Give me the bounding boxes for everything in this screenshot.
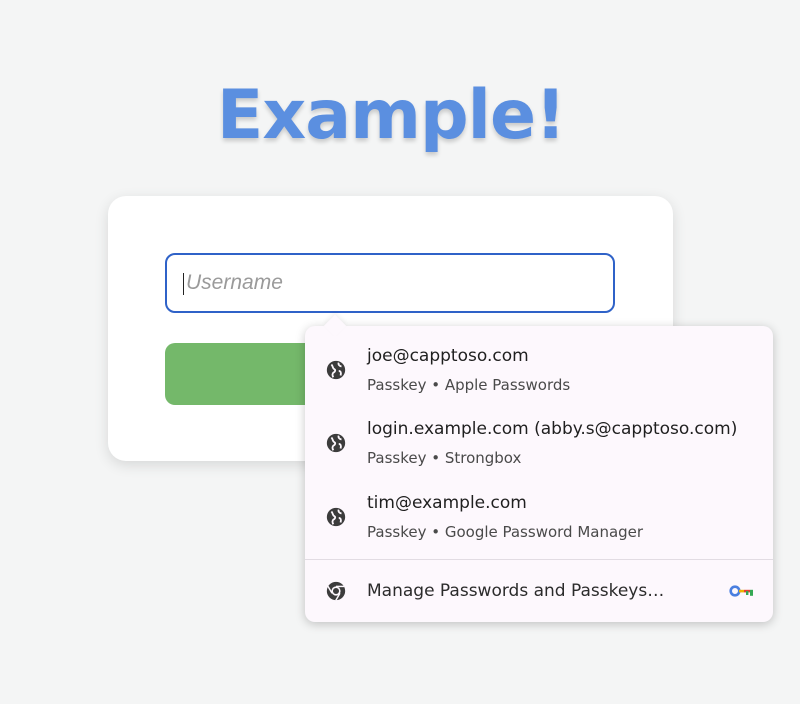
manage-passwords-label: Manage Passwords and Passkeys… (367, 581, 665, 601)
page-title: Example! (216, 76, 566, 155)
suggestion-title: tim@example.com (367, 493, 527, 513)
suggestion-title: login.example.com (abby.s@capptoso.com) (367, 419, 738, 439)
text-caret (183, 273, 184, 295)
manage-passwords-item[interactable]: Manage Passwords and Passkeys… (305, 560, 773, 622)
suggestion-subtitle: Passkey • Strongbox (367, 449, 522, 467)
globe-icon (326, 360, 346, 380)
suggestion-title: joe@capptoso.com (367, 346, 529, 366)
autofill-dropdown: joe@capptoso.com Passkey • Apple Passwor… (305, 314, 773, 622)
chrome-icon (326, 581, 346, 601)
globe-icon (326, 433, 346, 453)
autofill-suggestion-item[interactable]: joe@capptoso.com Passkey • Apple Passwor… (305, 326, 773, 396)
autofill-suggestion-item[interactable]: login.example.com (abby.s@capptoso.com) … (305, 399, 773, 469)
username-placeholder: Username (186, 271, 283, 294)
username-input[interactable]: Username (165, 253, 615, 313)
suggestion-subtitle: Passkey • Apple Passwords (367, 376, 571, 394)
password-key-icon (729, 585, 753, 597)
globe-icon (326, 507, 346, 527)
autofill-suggestion-item[interactable]: tim@example.com Passkey • Google Passwor… (305, 473, 773, 543)
suggestion-subtitle: Passkey • Google Password Manager (367, 523, 644, 541)
